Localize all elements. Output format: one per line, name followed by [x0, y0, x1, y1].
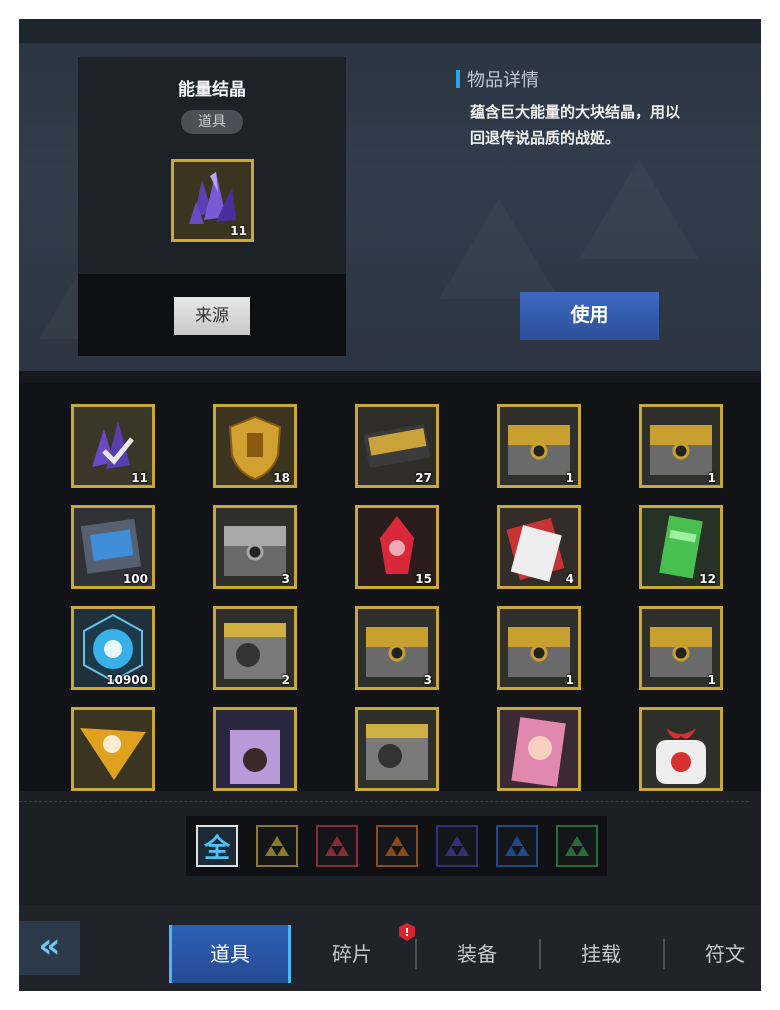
filter-bar: 全 [19, 791, 761, 905]
inventory-slot[interactable]: 18 [213, 404, 297, 488]
rarity-filter-button[interactable] [496, 825, 538, 867]
divider [19, 801, 749, 802]
item-count: 1 [707, 673, 716, 687]
triforce-icon [505, 836, 529, 856]
item-count: 100 [122, 572, 148, 586]
inventory-slot[interactable]: 1 [639, 404, 723, 488]
inventory-slot[interactable]: 1 [639, 606, 723, 690]
source-button[interactable]: 来源 [174, 297, 250, 335]
inventory-slot[interactable]: 12 [639, 505, 723, 589]
item-count: 1 [707, 471, 716, 485]
rarity-filter-button[interactable] [436, 825, 478, 867]
item-count: 18 [273, 471, 290, 485]
inventory-slot[interactable]: 3 [213, 505, 297, 589]
item-count: 3 [423, 673, 432, 687]
item-count: 15 [415, 572, 432, 586]
item-count: 12 [699, 572, 716, 586]
triforce-icon [325, 836, 349, 856]
item-count: 4 [565, 572, 574, 586]
alert-badge-icon: ! [399, 923, 415, 941]
description-line: 回退传说品质的战姬。 [470, 129, 621, 147]
tab-mounts[interactable]: 挂载 [541, 925, 661, 983]
inventory-slot[interactable] [213, 707, 297, 791]
item-count: 2 [281, 673, 290, 687]
triforce-icon [385, 836, 409, 856]
inventory-slot[interactable]: 1 [497, 404, 581, 488]
description-line: 蕴含巨大能量的大块结晶，用以 [470, 103, 681, 121]
energy-crystal-icon: 11 [171, 159, 254, 242]
rarity-filter-button[interactable] [316, 825, 358, 867]
inventory-slot[interactable] [639, 707, 723, 791]
item-count: 3 [281, 572, 290, 586]
filter-all-button[interactable]: 全 [196, 825, 238, 867]
inventory-slot[interactable]: 11 [71, 404, 155, 488]
rarity-filter-button[interactable] [556, 825, 598, 867]
detail-section-title: 物品详情 [467, 70, 539, 91]
triforce-icon [265, 836, 289, 856]
item-count: 11 [131, 471, 148, 485]
back-chevron-icon[interactable]: « [19, 921, 80, 975]
inventory-slot[interactable] [71, 707, 155, 791]
inventory-slot[interactable] [355, 707, 439, 791]
detail-heading: 物品详情 [456, 66, 539, 92]
inventory-slot[interactable]: 100 [71, 505, 155, 589]
item-count: 11 [230, 224, 247, 238]
item-name: 能量结晶 [178, 80, 246, 100]
item-count: 1 [565, 471, 574, 485]
tab-fragments[interactable]: 碎片 [292, 925, 412, 983]
inventory-slot[interactable] [497, 707, 581, 791]
inventory-slot[interactable]: 4 [497, 505, 581, 589]
triforce-icon [565, 836, 589, 856]
item-card: 能量结晶 道具 11 来源 [78, 57, 346, 356]
inventory-grid-area: 11 18 27 1 1 100 3 15 4 12 10900 2 3 1 1 [19, 383, 761, 791]
inventory-slot[interactable]: 10900 [71, 606, 155, 690]
item-count: 1 [565, 673, 574, 687]
inventory-slot[interactable]: 1 [497, 606, 581, 690]
tab-items[interactable]: 道具 [169, 925, 291, 983]
tab-runes[interactable]: 符文 [665, 925, 761, 983]
item-type-badge: 道具 [181, 110, 243, 134]
item-count: 27 [415, 471, 432, 485]
use-button[interactable]: 使用 [520, 292, 659, 340]
inventory-slot[interactable]: 27 [355, 404, 439, 488]
bottom-nav: « 道具 碎片 装备 挂载 符文 ! [19, 905, 761, 991]
triforce-icon [445, 836, 469, 856]
tab-equipment[interactable]: 装备 [417, 925, 537, 983]
item-description: 蕴含巨大能量的大块结晶，用以 回退传说品质的战姬。 [470, 99, 720, 151]
item-count: 10900 [106, 673, 148, 687]
rarity-filter-button[interactable] [256, 825, 298, 867]
rarity-filter-button[interactable] [376, 825, 418, 867]
inventory-slot[interactable]: 3 [355, 606, 439, 690]
heading-accent-bar [456, 70, 460, 88]
item-detail-panel: 能量结晶 道具 11 来源 物品详情 蕴含巨大能量的大块结晶，用以 回退传说品质… [19, 19, 761, 371]
inventory-slot[interactable]: 2 [213, 606, 297, 690]
inventory-slot[interactable]: 15 [355, 505, 439, 589]
alert-mark: ! [404, 926, 409, 939]
inventory-screen: 能量结晶 道具 11 来源 物品详情 蕴含巨大能量的大块结晶，用以 回退传说品质… [19, 19, 761, 991]
rarity-filter-group: 全 [186, 816, 607, 876]
